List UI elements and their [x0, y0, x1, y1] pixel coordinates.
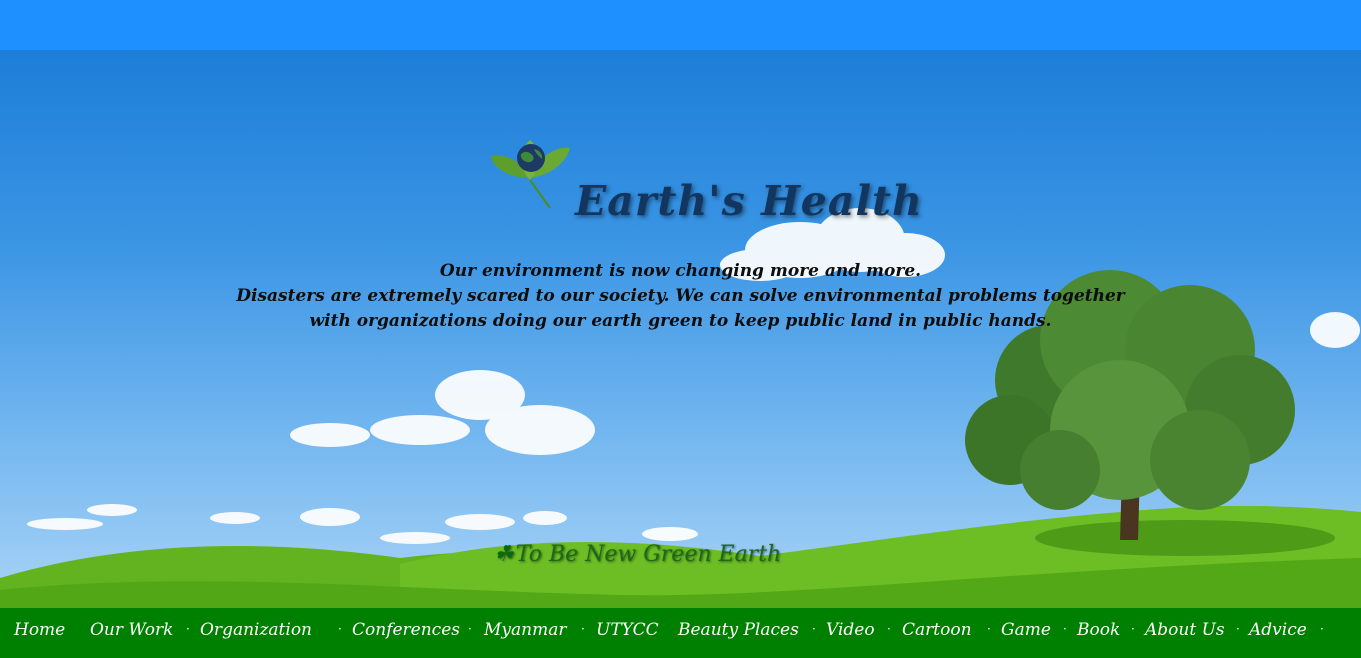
nav-separator: ·	[468, 622, 472, 636]
nav-separator: ·	[581, 622, 585, 636]
hero-scene: Earth's Health Our environment is now ch…	[0, 50, 1361, 608]
nav-separator: ·	[1320, 622, 1324, 636]
nav-separator: ·	[1131, 622, 1135, 636]
nav-item-conferences[interactable]: Conferences	[352, 620, 460, 640]
intro-line: with organizations doing our earth green…	[309, 311, 1052, 331]
nav-separator: ·	[1236, 622, 1240, 636]
intro-line: Our environment is now changing more and…	[439, 261, 922, 281]
nav-separator: ·	[987, 622, 991, 636]
nav-separator: ·	[186, 622, 190, 636]
tagline: ☘To Be New Green Earth	[494, 542, 781, 567]
nav-item-home[interactable]: Home	[14, 620, 65, 640]
nav-item-about-us[interactable]: About Us	[1145, 620, 1225, 640]
intro-text: Our environment is now changing more and…	[0, 259, 1361, 334]
tagline-text: To Be New Green Earth	[515, 542, 782, 567]
nav-item-utycc[interactable]: UTYCC	[596, 620, 659, 640]
nav-separator: ·	[887, 622, 891, 636]
nav-item-organization[interactable]: Organization	[200, 620, 312, 640]
main-nav: Home Our Work · Organization · Conferenc…	[0, 608, 1361, 658]
nav-item-myanmar[interactable]: Myanmar	[484, 620, 566, 640]
nav-item-our-work[interactable]: Our Work	[90, 620, 173, 640]
nav-separator: ·	[338, 622, 342, 636]
nav-item-game[interactable]: Game	[1001, 620, 1051, 640]
top-bar	[0, 0, 1361, 50]
nav-separator: ·	[812, 622, 816, 636]
nav-item-advice[interactable]: Advice	[1249, 620, 1307, 640]
nav-separator: ·	[1063, 622, 1067, 636]
shamrock-icon: ☘	[494, 542, 514, 567]
nav-item-book[interactable]: Book	[1077, 620, 1120, 640]
intro-line: Disasters are extremely scared to our so…	[236, 286, 1125, 306]
nav-item-beauty-places[interactable]: Beauty Places	[678, 620, 799, 640]
nav-item-cartoon[interactable]: Cartoon	[902, 620, 972, 640]
site-title: Earth's Health	[575, 177, 923, 225]
nav-item-video[interactable]: Video	[826, 620, 875, 640]
